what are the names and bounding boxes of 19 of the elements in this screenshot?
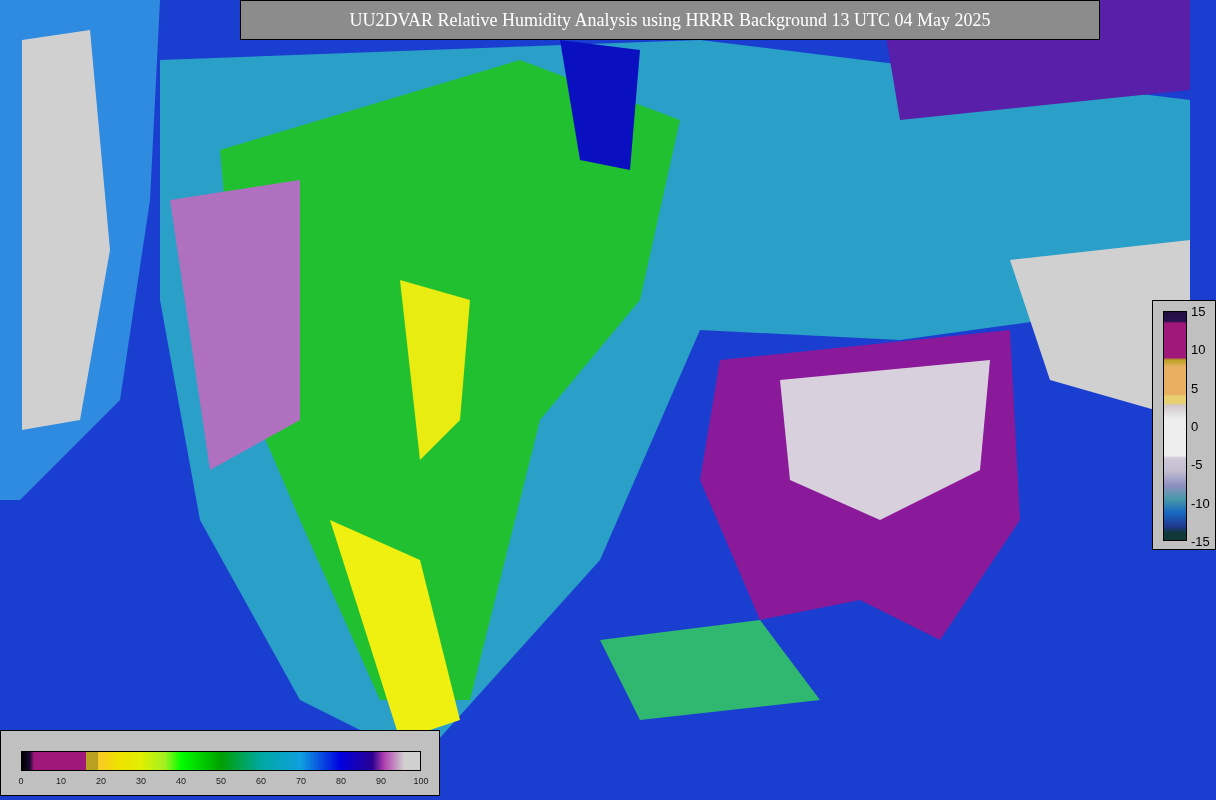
scale-tick-label: 10 xyxy=(56,775,66,788)
scale-tick-label: 0 xyxy=(1191,419,1199,433)
scale-tick-label: 90 xyxy=(376,775,386,788)
scale-tick-label: 70 xyxy=(296,775,306,788)
scale-tick-label: 20 xyxy=(96,775,106,788)
scale-tick-label: 5 xyxy=(1191,381,1199,395)
scale-tick-label: -10 xyxy=(1191,496,1210,510)
scale-tick-label: 100 xyxy=(413,775,429,788)
scale-tick-label: 80 xyxy=(336,775,346,788)
scale-tick-label: 30 xyxy=(136,775,146,788)
scale-tick-label: 15 xyxy=(1191,304,1206,318)
scale-tick-label: 10 xyxy=(1191,342,1206,356)
scale-tick-label: 40 xyxy=(176,775,186,788)
map-title: UU2DVAR Relative Humidity Analysis using HRRR Background 13 UTC 04 May 2025 xyxy=(240,0,1100,40)
scale-tick-label: -15 xyxy=(1191,534,1210,548)
scale-tick-label: 60 xyxy=(256,775,266,788)
scale-tick-label: 0 xyxy=(18,775,24,788)
scale-tick-label: -5 xyxy=(1191,457,1203,471)
scale-tick-label: 50 xyxy=(216,775,226,788)
